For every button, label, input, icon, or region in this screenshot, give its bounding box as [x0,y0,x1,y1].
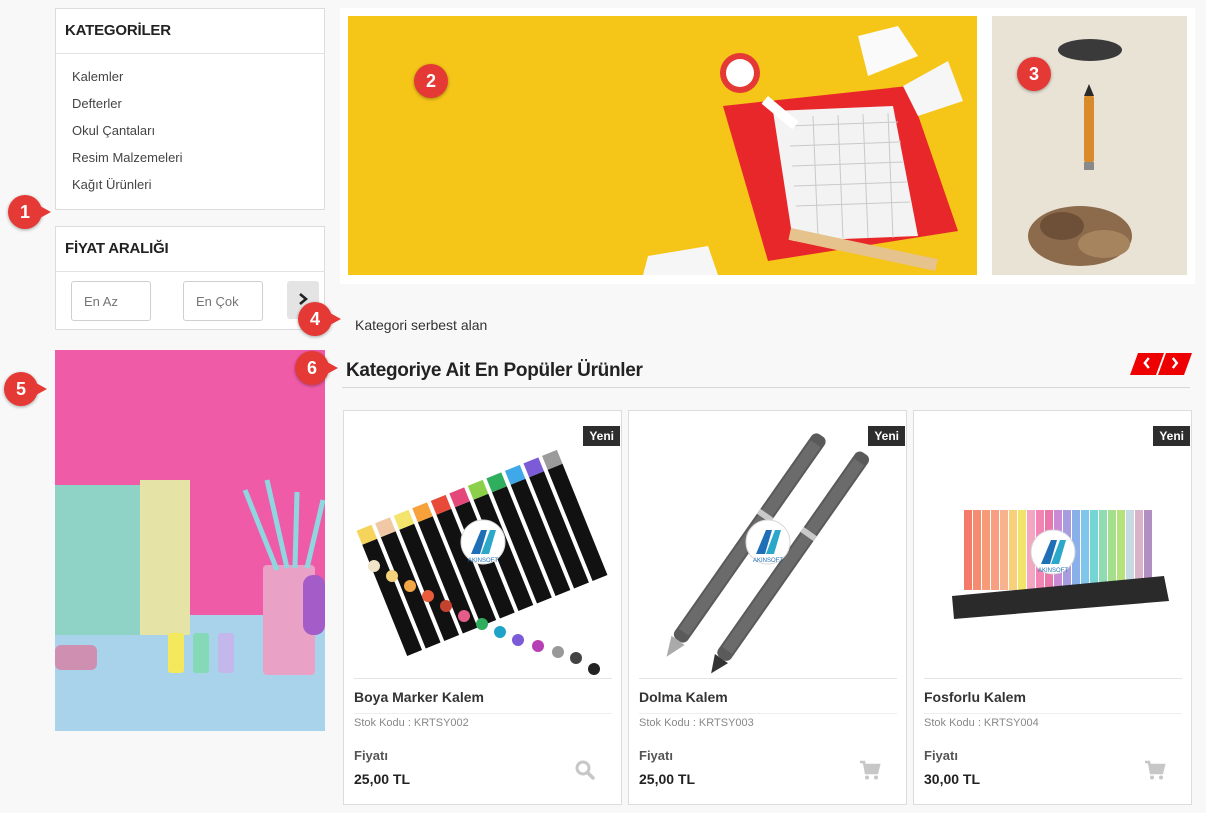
chevron-right-icon [1171,356,1179,373]
price-max-input[interactable] [183,281,263,321]
price-range-panel: FİYAT ARALIĞI [55,226,325,330]
chevron-left-icon [1143,356,1151,373]
annotation-marker-1: 1 [8,195,51,229]
category-free-area-text: Kategori serbest alan [355,317,488,333]
annotation-marker-3: 3 [1017,57,1051,91]
stock-code: Stok Kodu : KRTSY003 [639,717,754,729]
annotation-marker-6: 6 [295,351,338,385]
price-value: 25,00 TL [354,771,411,787]
product-card[interactable]: Yeni AKINSOFT Boya Marker Kalem Stok Kod… [343,410,622,805]
carousel-next-button[interactable] [1157,353,1193,375]
popular-products-title: Kategoriye Ait En Popüler Ürünler [346,360,643,381]
product-card[interactable]: Yeni AKINSOFT Dolma Kalem Stok Kodu : KR… [628,410,907,805]
price-range-title: FİYAT ARALIĞI [56,227,324,272]
product-card[interactable]: Yeni AKINSOFT Fosforlu Kalem Stok Kodu:… [913,410,1192,805]
category-item-okul-cantalari[interactable]: Okul Çantaları [72,120,324,147]
stock-code: Stok Kodu : KRTSY004 [924,717,1039,729]
annotation-marker-5: 5 [4,372,47,406]
product-name[interactable]: Dolma Kalem [639,689,728,705]
sidebar-banner-image[interactable] [55,350,325,731]
main-banner-image[interactable] [348,16,977,275]
akinsoft-logo-text: AKINSOFT [1038,568,1068,574]
category-item-defterler[interactable]: Defterler [72,93,324,120]
price-value: 25,00 TL [639,771,696,787]
product-name[interactable]: Boya Marker Kalem [354,689,484,705]
price-label: Fiyatı [924,748,958,763]
card-divider [354,678,612,679]
annotation-marker-4: 4 [298,302,341,336]
annotation-marker-2: 2 [414,64,448,98]
section-divider [342,387,1190,388]
product-name[interactable]: Fosforlu Kalem [924,689,1026,705]
category-item-resim-malzemeleri[interactable]: Resim Malzemeleri [72,147,324,174]
price-label: Fiyatı [354,748,388,763]
banner-area [340,8,1195,284]
category-item-kalemler[interactable]: Kalemler [72,66,324,93]
akinsoft-logo-text: AKINSOFT [753,558,783,564]
card-divider [639,678,897,679]
category-item-kagit-urunleri[interactable]: Kağıt Ürünleri [72,174,324,201]
search-icon[interactable] [573,758,597,782]
price-value: 30,00 TL [924,771,981,787]
price-label: Fiyatı [639,748,673,763]
side-banner-image[interactable] [992,16,1187,275]
category-list: Kalemler Defterler Okul Çantaları Resim … [56,54,324,201]
card-divider [354,713,612,714]
card-divider [924,678,1182,679]
cart-icon[interactable] [858,758,882,782]
card-divider [924,713,1182,714]
price-min-input[interactable] [71,281,151,321]
card-divider [639,713,897,714]
product-image[interactable]: AKINSOFT [924,426,1182,678]
stock-code: Stok Kodu : KRTSY002 [354,717,469,729]
categories-title: KATEGORİLER [56,9,324,54]
cart-icon[interactable] [1143,758,1167,782]
product-image[interactable]: AKINSOFT [639,426,897,678]
product-image[interactable]: AKINSOFT [354,426,612,678]
categories-panel: KATEGORİLER Kalemler Defterler Okul Çant… [55,8,325,210]
akinsoft-logo-text: AKINSOFT [468,558,498,564]
